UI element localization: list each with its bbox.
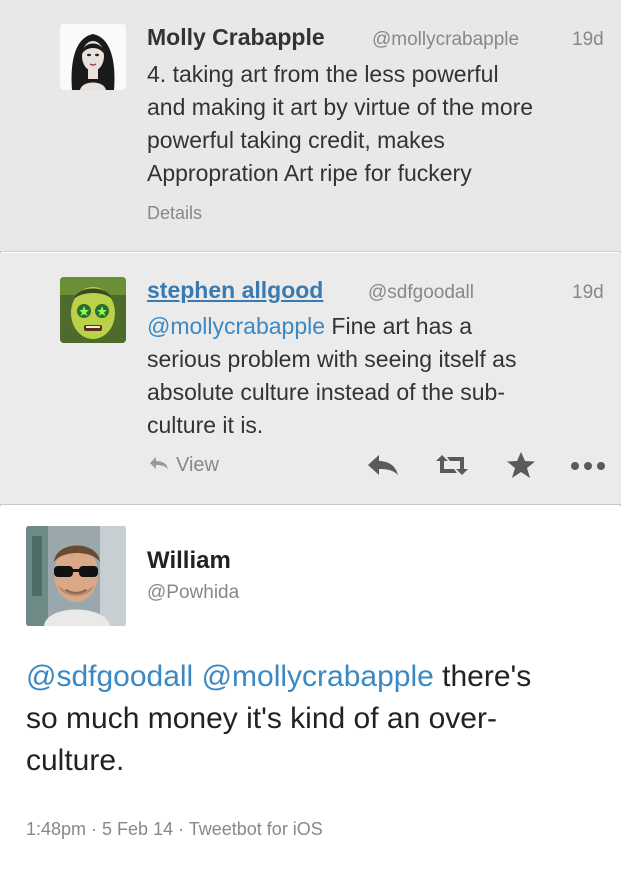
tweet-time[interactable]: 19d — [572, 282, 604, 304]
tweet-text-fragment: Fine art has a — [325, 313, 473, 339]
author-name[interactable]: stephen allgood — [147, 277, 323, 304]
tweet-text-line: serious problem with seeing itself as — [147, 346, 517, 372]
retweet-button[interactable] — [434, 452, 470, 482]
tweet-text: @mollycrabapple Fine art has a serious p… — [147, 310, 607, 442]
tweet-text: @sdfgoodall @mollycrabapple there's so m… — [26, 656, 611, 782]
author-name[interactable]: Molly Crabapple — [147, 24, 325, 51]
favorite-button[interactable] — [503, 451, 539, 484]
tweet-text-line: so much money it's kind of an over- — [26, 702, 497, 735]
mention-link[interactable]: @mollycrabapple — [147, 313, 325, 339]
favorite-icon — [506, 451, 536, 484]
tweet-text-line: culture it is. — [147, 412, 264, 438]
retweet-icon — [434, 453, 470, 482]
more-icon — [570, 458, 606, 476]
author-name-link[interactable]: stephen allgood — [147, 277, 323, 303]
tweet-text-line: 4. taking art from the less powerful — [147, 61, 499, 87]
tweet-meta-footer: 1:48pm · 5 Feb 14 · Tweetbot for iOS — [26, 819, 323, 839]
mention-link[interactable]: @mollycrabapple — [202, 660, 434, 693]
tweet-text-line: culture. — [26, 744, 125, 777]
tweet-text-line: powerful taking credit, makes — [147, 127, 445, 153]
tweet-time[interactable]: 19d — [572, 29, 604, 51]
tweet-text-line: absolute culture instead of the sub- — [147, 379, 506, 405]
tweet-text-line: @mollycrabapple Fine art has a — [147, 310, 607, 343]
tweet-text-line: and making it art by virtue of the more — [147, 94, 534, 120]
view-label: View — [176, 454, 219, 476]
tweet-text-fragment: there's — [433, 660, 532, 693]
details-link[interactable]: Details — [147, 203, 202, 224]
tweet-text-line: @sdfgoodall @mollycrabapple there's — [26, 656, 611, 698]
reply-button[interactable] — [365, 452, 401, 482]
mention-link[interactable]: @sdfgoodall — [26, 660, 193, 693]
view-conversation-link[interactable]: View — [148, 454, 219, 477]
author-handle[interactable]: @sdfgoodall — [368, 282, 474, 304]
back-arrow-icon — [148, 454, 170, 477]
tweet-text-line: Appropration Art ripe for fuckery — [147, 160, 472, 186]
author-handle[interactable]: @Powhida — [147, 582, 239, 604]
author-handle[interactable]: @mollycrabapple — [372, 29, 519, 51]
tweet-text: 4. taking art from the less powerful and… — [147, 58, 607, 190]
avatar-molly[interactable] — [60, 24, 126, 90]
avatar-stephen[interactable] — [60, 277, 126, 343]
more-button[interactable] — [570, 452, 606, 482]
author-name[interactable]: William — [147, 547, 231, 575]
reply-icon — [366, 453, 400, 482]
tweet-molly[interactable]: Molly Crabapple @mollycrabapple 19d 4. t… — [0, 0, 621, 252]
avatar-william[interactable] — [26, 526, 126, 626]
